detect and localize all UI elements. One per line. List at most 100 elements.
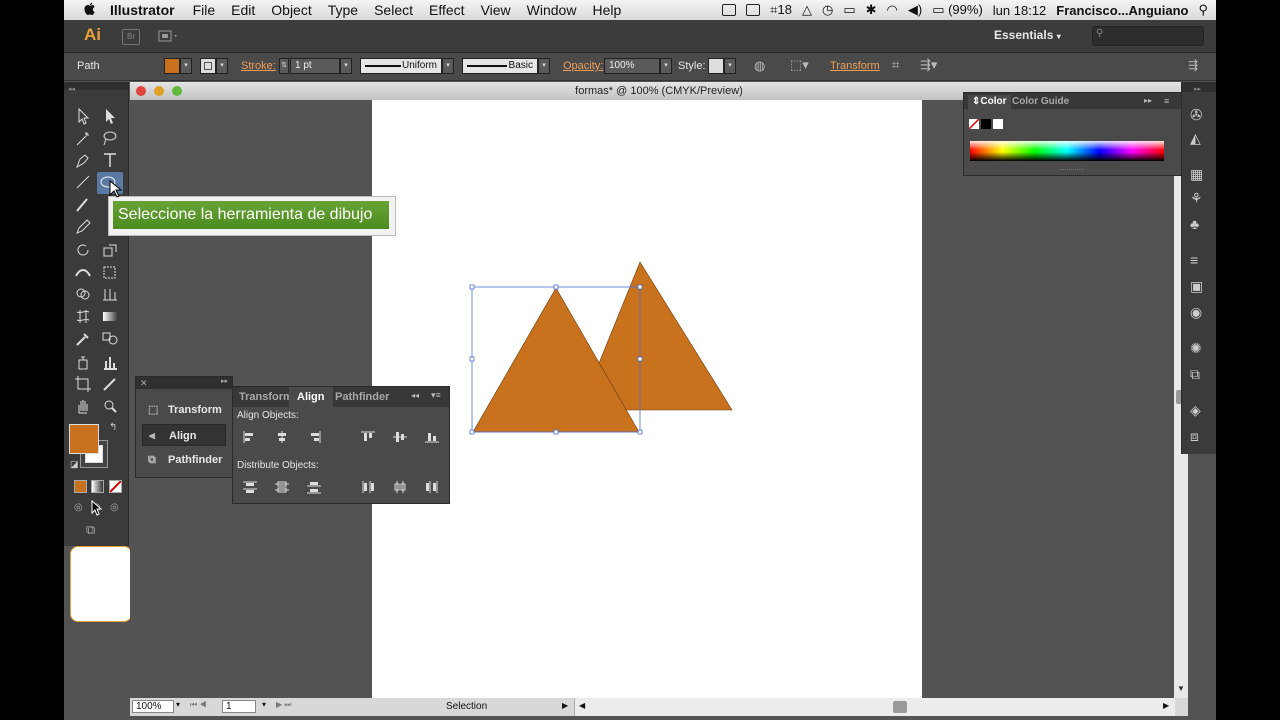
- menu-window[interactable]: Window: [527, 2, 577, 18]
- opacity-input[interactable]: 100%: [604, 58, 660, 74]
- brush-dropdown-arrow[interactable]: ▾: [538, 58, 550, 74]
- expand-panels-icon[interactable]: ▸▸: [221, 377, 232, 385]
- horizontal-align-right-icon[interactable]: [305, 429, 323, 445]
- stroke-label[interactable]: Stroke:: [241, 60, 276, 72]
- panel-button-align[interactable]: ⫷ Align: [142, 424, 226, 446]
- blend-tool-icon[interactable]: [99, 328, 121, 348]
- symbols-icon[interactable]: ♣: [1190, 216, 1208, 234]
- panel-button-transform[interactable]: ⬚ Transform: [142, 399, 226, 421]
- screen-mode-icon[interactable]: ⧉: [86, 522, 95, 538]
- bluetooth-icon[interactable]: ✱: [866, 2, 877, 18]
- graphic-style-swatch[interactable]: [708, 58, 724, 74]
- hand-tool-icon[interactable]: [72, 396, 94, 416]
- first-artboard-icon[interactable]: ⏮ ◀: [190, 700, 207, 710]
- stroke-stepper[interactable]: ⇅: [279, 58, 289, 74]
- time-machine-icon[interactable]: ◷: [822, 2, 833, 18]
- horizontal-scrollbar[interactable]: ◀ ▶: [574, 698, 1175, 716]
- align-to-selection-icon[interactable]: ⬚▾: [790, 57, 809, 73]
- camtasia-icon[interactable]: [722, 4, 737, 16]
- scale-tool-icon[interactable]: [99, 240, 121, 260]
- slice-tool-icon[interactable]: [99, 374, 121, 394]
- profile-dropdown-arrow[interactable]: ▾: [442, 58, 454, 74]
- artboard-dropdown-arrow[interactable]: ▾: [262, 700, 266, 709]
- shape-builder-tool-icon[interactable]: [72, 284, 94, 304]
- vertical-distribute-top-icon[interactable]: [241, 479, 259, 495]
- tab-color-guide[interactable]: Color Guide: [1012, 96, 1069, 107]
- apple-icon[interactable]: [82, 2, 98, 18]
- clock[interactable]: lun 18:12: [993, 3, 1047, 18]
- panel-menu-icon[interactable]: ▾≡: [431, 390, 441, 401]
- fill-swatch[interactable]: [164, 58, 180, 74]
- color-guide-icon[interactable]: ◭: [1190, 130, 1208, 148]
- horizontal-scroll-thumb[interactable]: [893, 701, 907, 713]
- scroll-left-arrow[interactable]: ◀: [579, 701, 585, 710]
- stroke-dropdown-arrow[interactable]: ▾: [216, 58, 228, 74]
- menu-select[interactable]: Select: [374, 2, 413, 18]
- vertical-align-top-icon[interactable]: [359, 429, 377, 445]
- brush-definition[interactable]: Basic: [462, 58, 538, 74]
- type-tool-icon[interactable]: [99, 150, 121, 170]
- gradient-panel-icon[interactable]: ▣: [1190, 278, 1208, 296]
- close-panel-icon[interactable]: ✕: [136, 378, 148, 388]
- vertical-distribute-center-icon[interactable]: [273, 479, 291, 495]
- none-mode-button[interactable]: [109, 480, 122, 493]
- perspective-grid-tool-icon[interactable]: [99, 284, 121, 304]
- drive-icon[interactable]: △: [802, 2, 812, 18]
- transparency-icon[interactable]: ◉: [1190, 304, 1208, 322]
- tools-panel-header[interactable]: ◂◂: [64, 82, 128, 93]
- adobe-status-icon[interactable]: ⌗18: [770, 2, 792, 18]
- stroke-panel-icon[interactable]: ≡: [1190, 252, 1208, 270]
- menu-type[interactable]: Type: [328, 2, 358, 18]
- symbol-sprayer-tool-icon[interactable]: [72, 352, 94, 372]
- menu-app-name[interactable]: Illustrator: [110, 2, 175, 18]
- color-panel-menu-icon[interactable]: ≡: [1164, 96, 1169, 106]
- draw-inside-icon[interactable]: ◎: [110, 502, 119, 513]
- width-tool-icon[interactable]: [72, 262, 94, 282]
- free-transform-tool-icon[interactable]: [99, 262, 121, 282]
- menu-object[interactable]: Object: [271, 2, 311, 18]
- vertical-distribute-bottom-icon[interactable]: [305, 479, 323, 495]
- lasso-tool-icon[interactable]: [99, 128, 121, 148]
- opacity-label[interactable]: Opacity:: [563, 60, 603, 72]
- tab-transform[interactable]: Transform: [239, 387, 293, 407]
- gradient-mode-button[interactable]: [91, 480, 104, 493]
- swatches-icon[interactable]: ▦: [1190, 166, 1208, 184]
- graphic-style-dropdown[interactable]: ▾: [724, 58, 736, 74]
- zoom-window-button[interactable]: [172, 86, 182, 96]
- opacity-dropdown[interactable]: ▾: [660, 58, 672, 74]
- zoom-level-field[interactable]: 100%: [132, 700, 174, 713]
- gradient-tool-icon[interactable]: [99, 306, 121, 326]
- collapsed-panel-header[interactable]: ✕ ▸▸: [136, 377, 232, 389]
- paintbrush-tool-icon[interactable]: [72, 194, 94, 214]
- appearance-icon[interactable]: ✺: [1190, 340, 1208, 358]
- bridge-button[interactable]: Br: [122, 29, 140, 45]
- horizontal-distribute-center-icon[interactable]: [391, 479, 409, 495]
- horizontal-distribute-left-icon[interactable]: [359, 479, 377, 495]
- pen-tool-icon[interactable]: [72, 150, 94, 170]
- expand-panel-icon[interactable]: ▸▸: [1144, 96, 1152, 105]
- black-swatch[interactable]: [981, 119, 991, 129]
- recolor-artwork-icon[interactable]: ◍: [754, 58, 765, 74]
- panel-resize-grip[interactable]: [1060, 169, 1084, 173]
- rotate-tool-icon[interactable]: [72, 240, 94, 260]
- tab-color[interactable]: ⇕Color: [968, 95, 1011, 109]
- fill-color-box[interactable]: [69, 424, 99, 454]
- color-spectrum-bar[interactable]: [970, 141, 1164, 161]
- spotlight-icon[interactable]: ⚲: [1198, 2, 1208, 18]
- draw-normal-icon[interactable]: ◎: [74, 502, 83, 513]
- stroke-swatch[interactable]: [200, 58, 216, 74]
- column-graph-tool-icon[interactable]: [99, 352, 121, 372]
- default-fill-stroke-icon[interactable]: ◪: [70, 459, 79, 470]
- arrange-icon[interactable]: ⇶▾: [920, 57, 937, 73]
- none-swatch[interactable]: [968, 118, 980, 130]
- control-panel-menu-icon[interactable]: ⇶: [1188, 58, 1198, 72]
- menu-edit[interactable]: Edit: [231, 2, 255, 18]
- scroll-right-arrow[interactable]: ▶: [1163, 701, 1169, 710]
- scroll-down-arrow[interactable]: ▼: [1177, 684, 1185, 693]
- panel-button-pathfinder[interactable]: ⧉ Pathfinder: [142, 449, 226, 471]
- collapse-panel-icon[interactable]: ◂◂: [411, 391, 419, 400]
- graphic-styles-icon[interactable]: ⧉: [1190, 366, 1208, 384]
- white-swatch[interactable]: [993, 119, 1003, 129]
- brushes-icon[interactable]: ⚘: [1190, 190, 1208, 208]
- variable-width-profile[interactable]: Uniform: [360, 58, 442, 74]
